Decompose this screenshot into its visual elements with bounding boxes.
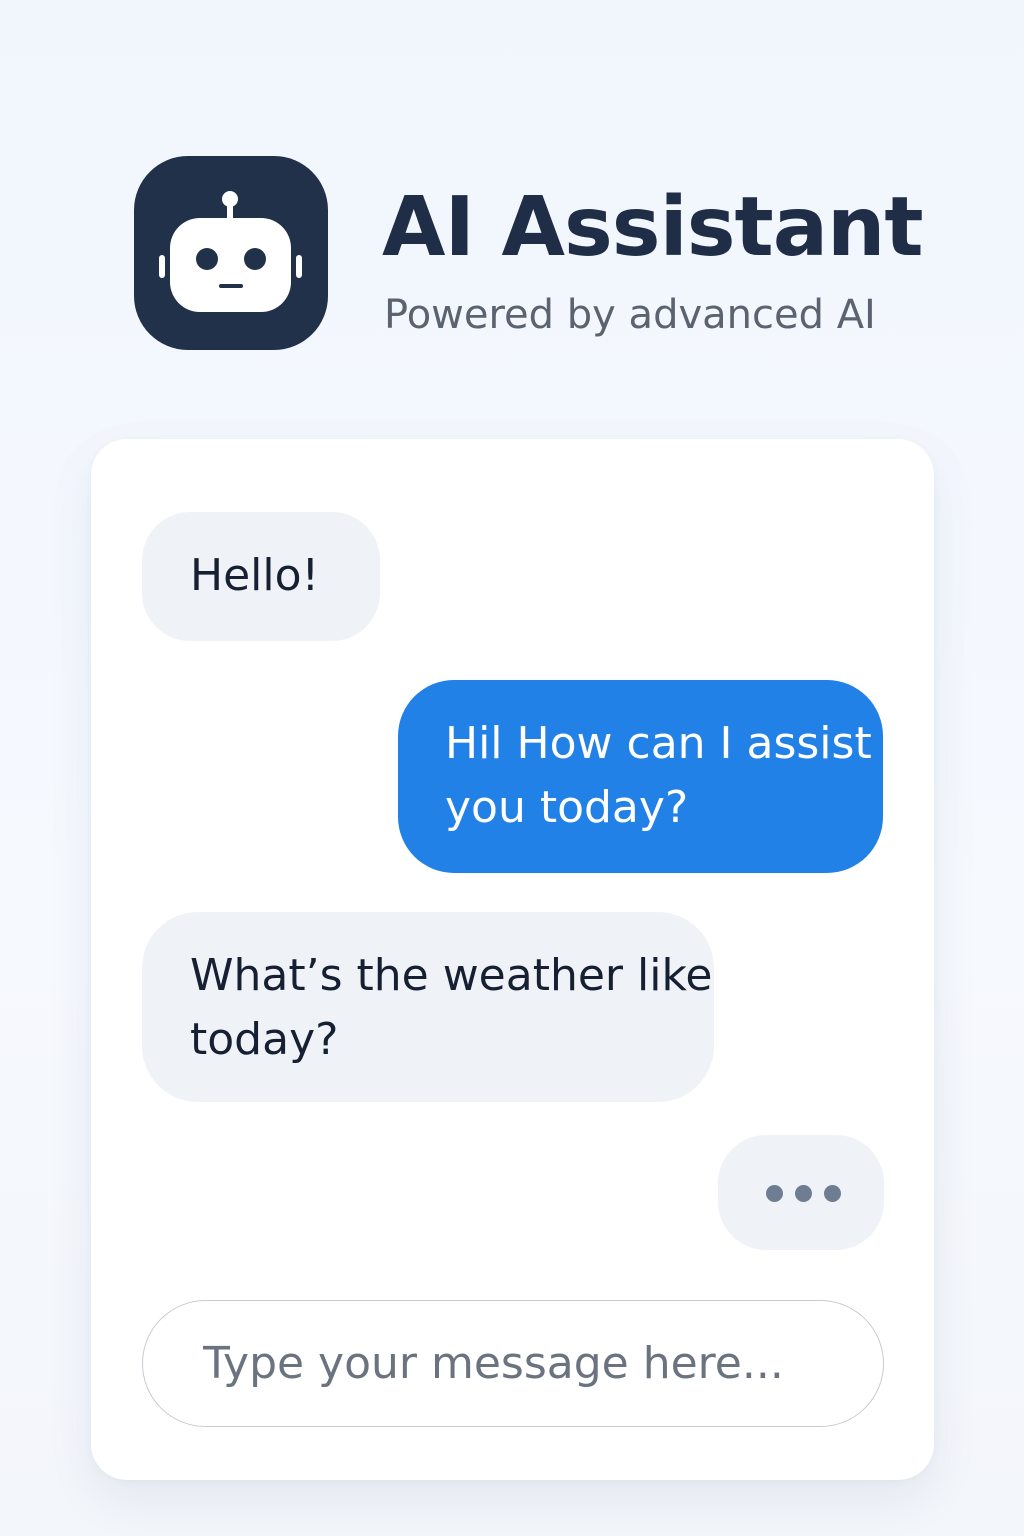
typing-dot: [766, 1185, 783, 1202]
app-header: AI Assistant Powered by advanced AI: [134, 156, 934, 352]
app-subtitle: Powered by advanced AI: [384, 292, 876, 338]
message-bubble-incoming: What’s the weather like today?: [142, 912, 714, 1102]
typing-dot: [824, 1185, 841, 1202]
message-bubble-outgoing: Hil How can I assist you today?: [398, 680, 883, 873]
message-bubble-incoming: Hello!: [142, 512, 380, 641]
typing-indicator: [718, 1135, 884, 1250]
app-title: AI Assistant: [382, 180, 924, 275]
message-input[interactable]: [142, 1300, 884, 1427]
robot-icon: [134, 156, 328, 350]
typing-dot: [795, 1185, 812, 1202]
chat-panel: Hello! Hil How can I assist you today? W…: [91, 439, 934, 1480]
